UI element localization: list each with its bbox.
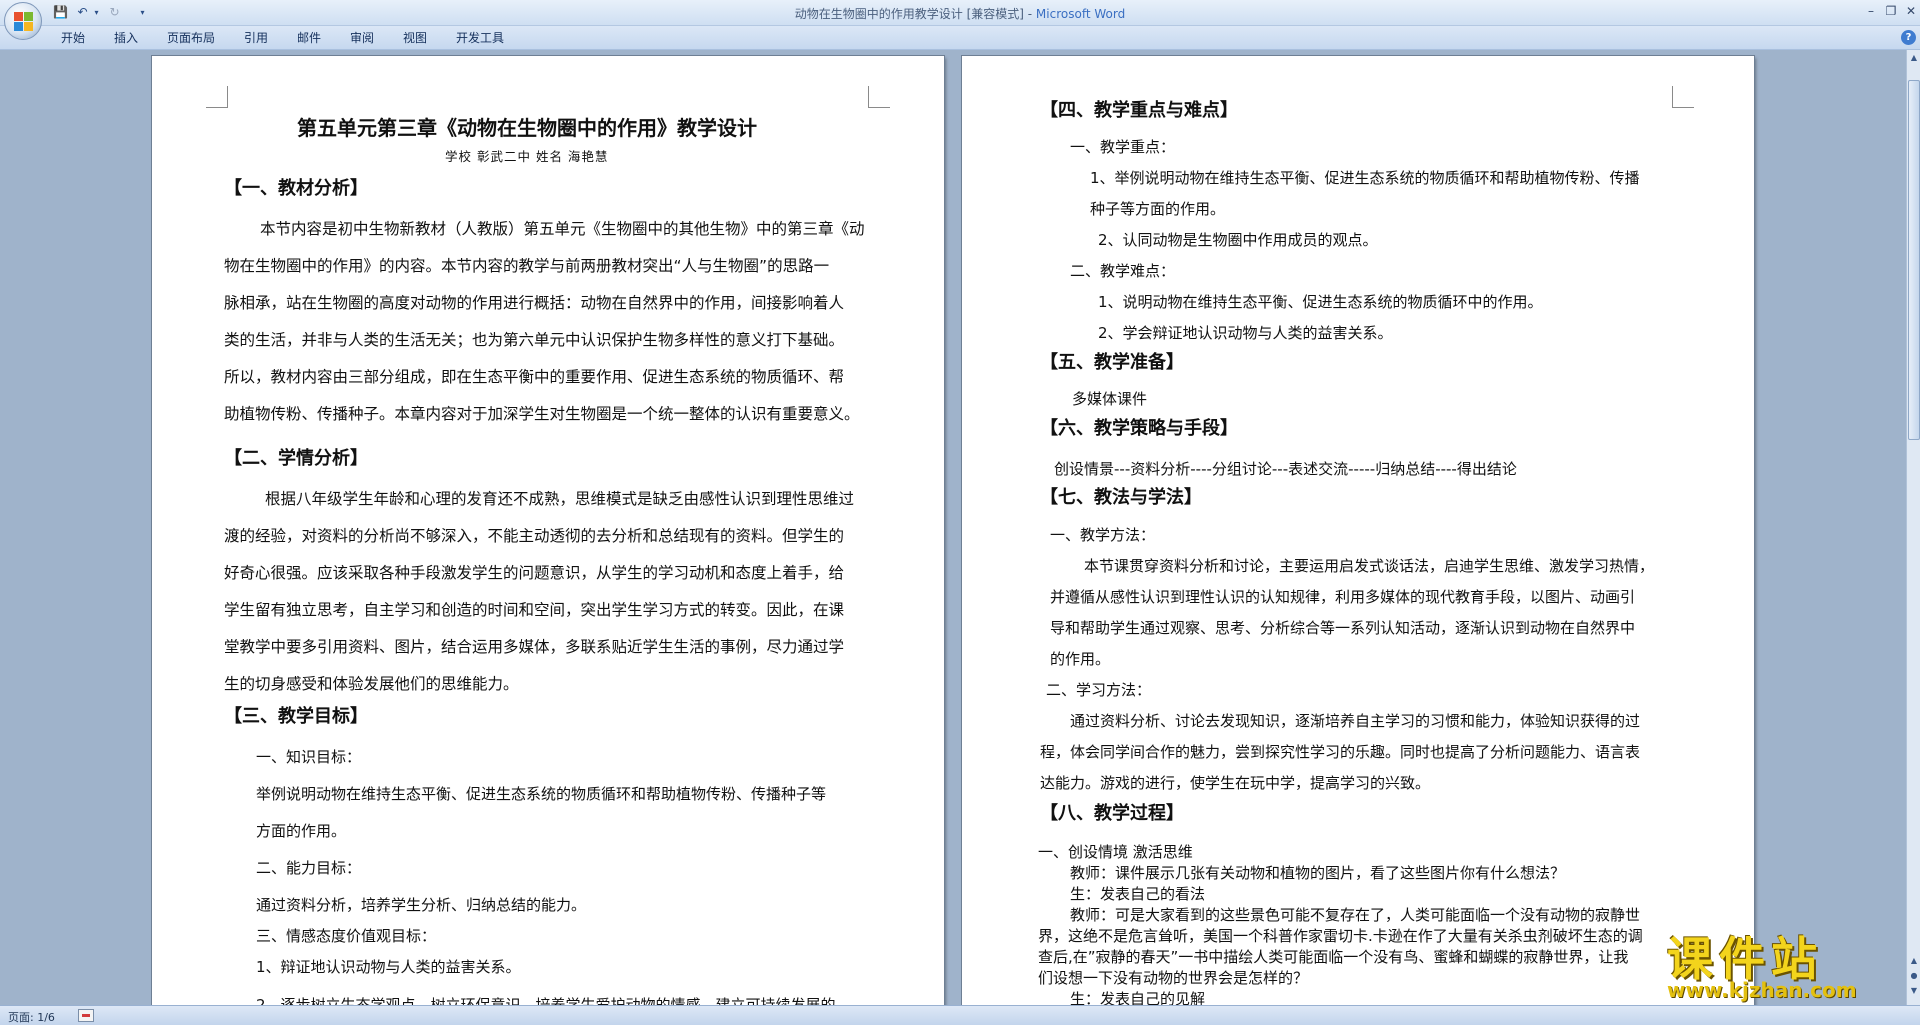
paragraph-line: 教师：课件展示几张有关动物和植物的图片，看了这些图片你有什么想法？ bbox=[1070, 864, 1566, 882]
ribbon-tab-strip: 开始 插入 页面布局 引用 邮件 审阅 视图 开发工具 ? bbox=[0, 26, 1920, 50]
paragraph-line: 生：发表自己的看法 bbox=[1070, 885, 1206, 903]
section-heading: 【八、教学过程】 bbox=[1040, 803, 1184, 824]
paragraph-line: 2、逐步树立生态学观点，树立环保意识，培养学生爱护动物的情感，建立可持续发展的 bbox=[256, 996, 836, 1005]
paragraph-line: 生的切身感受和体验发展他们的思维能力。 bbox=[224, 675, 519, 693]
paragraph-line: 1、辩证地认识动物与人类的益害关系。 bbox=[256, 958, 521, 976]
tab-review[interactable]: 审阅 bbox=[350, 30, 374, 46]
section-heading: 【七、教法与学法】 bbox=[1040, 487, 1202, 508]
paragraph-line: 助植物传粉、传播种子。本章内容对于加深学生对生物圈是一个统一整体的认识有重要意义… bbox=[224, 405, 860, 423]
document-workspace: 第五单元第三章《动物在生物圈中的作用》教学设计 学校 彰武二中 姓名 海艳慧 【… bbox=[0, 50, 1906, 1005]
tab-page-layout[interactable]: 页面布局 bbox=[167, 30, 215, 46]
tab-mailings[interactable]: 邮件 bbox=[297, 30, 321, 46]
paragraph-line: 二、能力目标： bbox=[256, 859, 362, 877]
paragraph-line: 2、认同动物是生物圈中作用成员的观点。 bbox=[1098, 231, 1378, 249]
paragraph-line: 类的生活，并非与人类的生活无关；也为第六单元中认识保护生物多样性的意义打下基础。 bbox=[224, 331, 845, 349]
paragraph-line: 所以，教材内容由三部分组成，即在生态平衡中的重要作用、促进生态系统的物质循环、帮 bbox=[224, 368, 845, 386]
crop-mark bbox=[206, 86, 228, 108]
paragraph-line: 达能力。游戏的进行，使学生在玩中学，提高学习的兴致。 bbox=[1040, 774, 1431, 792]
previous-page-icon[interactable]: ▲ bbox=[1908, 955, 1920, 967]
paragraph-line: 教师：可是大家看到的这些景色可能不复存在了，人类可能面临一个没有动物的寂静世 bbox=[1070, 906, 1641, 924]
title-bar: 💾 ↶ ▾ ↻ ▾ 动物在生物圈中的作用教学设计 [兼容模式] - Micros… bbox=[0, 0, 1920, 40]
paragraph-line: 2、学会辩证地认识动物与人类的益害关系。 bbox=[1098, 324, 1393, 342]
paragraph-line: 二、学习方法： bbox=[1046, 681, 1152, 699]
paragraph-line: 举例说明动物在维持生态平衡、促进生态系统的物质循环和帮助植物传粉、传播种子等 bbox=[256, 785, 827, 803]
tab-references[interactable]: 引用 bbox=[244, 30, 268, 46]
paragraph-line: 多媒体课件 bbox=[1072, 390, 1148, 408]
section-heading: 【一、教材分析】 bbox=[224, 178, 368, 199]
site-watermark: 课件站 www.kjzhan.com bbox=[1667, 923, 1907, 1005]
paragraph-line: 生：发表自己的见解 bbox=[1070, 990, 1206, 1005]
window-title-app: Microsoft Word bbox=[1035, 7, 1126, 21]
status-bar: 页面: 1/6 bbox=[0, 1005, 1920, 1025]
paragraph-line: 学生留有独立思考，自主学习和创造的时间和空间，突出学生学习方式的转变。因此，在课 bbox=[224, 601, 845, 619]
paragraph-line: 三、情感态度价值观目标： bbox=[256, 927, 437, 945]
help-icon[interactable]: ? bbox=[1901, 30, 1916, 45]
paragraph-line: 渡的经验，对资料的分析尚不够深入，不能主动透彻的去分析和总结现有的资料。但学生的 bbox=[224, 527, 845, 545]
paragraph-line: 脉相承，站在生物圈的高度对动物的作用进行概括：动物在自然界中的作用，间接影响着人 bbox=[224, 294, 845, 312]
vertical-scrollbar[interactable]: ▲ ▲ ● ▼ bbox=[1906, 50, 1920, 1005]
minimize-icon[interactable]: – bbox=[1860, 3, 1882, 19]
office-logo-icon bbox=[14, 12, 33, 31]
paragraph-line: 创设情景---资料分析----分组讨论---表述交流-----归纳总结----得… bbox=[1054, 460, 1517, 478]
paragraph-line: 根据八年级学生年龄和心理的发育还不成熟，思维模式是缺乏由感性认识到理性思维过 bbox=[265, 490, 855, 508]
watermark-url: www.kjzhan.com bbox=[1667, 978, 1857, 1002]
paragraph-line: 并遵循从感性认识到理性认识的认知规律，利用多媒体的现代教育手段，以图片、动画引 bbox=[1050, 588, 1636, 606]
proofing-icon[interactable] bbox=[78, 1009, 94, 1022]
crop-mark bbox=[1672, 86, 1694, 108]
close-icon[interactable]: ✕ bbox=[1900, 3, 1920, 19]
paragraph-line: 方面的作用。 bbox=[256, 822, 347, 840]
paragraph-line: 堂教学中要多引用资料、图片，结合运用多媒体，多联系贴近学生生活的事例，尽力通过学 bbox=[224, 638, 845, 656]
paragraph-line: 们设想一下没有动物的世界会是怎样的？ bbox=[1038, 969, 1309, 987]
window-title-doc: 动物在生物圈中的作用教学设计 [兼容模式] - bbox=[794, 7, 1036, 21]
paragraph-line: 通过资料分析、讨论去发现知识，逐渐培养自主学习的习惯和能力，体验知识获得的过 bbox=[1070, 712, 1641, 730]
section-heading: 【四、教学重点与难点】 bbox=[1040, 100, 1238, 121]
office-button[interactable] bbox=[4, 2, 42, 40]
paragraph-line: 一、教学重点： bbox=[1070, 138, 1176, 156]
document-page-2[interactable]: 【四、教学重点与难点】 一、教学重点： 1、举例说明动物在维持生态平衡、促进生态… bbox=[962, 56, 1754, 1005]
tab-developer[interactable]: 开发工具 bbox=[456, 30, 504, 46]
paragraph-line: 一、创设情境 激活思维 bbox=[1038, 843, 1193, 861]
tab-insert[interactable]: 插入 bbox=[114, 30, 138, 46]
scroll-up-icon[interactable]: ▲ bbox=[1908, 52, 1920, 64]
restore-icon[interactable]: ❐ bbox=[1880, 3, 1902, 19]
paragraph-line: 种子等方面的作用。 bbox=[1090, 200, 1226, 218]
document-page-1[interactable]: 第五单元第三章《动物在生物圈中的作用》教学设计 学校 彰武二中 姓名 海艳慧 【… bbox=[152, 56, 944, 1005]
paragraph-line: 1、举例说明动物在维持生态平衡、促进生态系统的物质循环和帮助植物传粉、传播 bbox=[1090, 169, 1640, 187]
paragraph-line: 本节课贯穿资料分析和讨论，主要运用启发式谈话法，启迪学生思维、激发学习热情， bbox=[1084, 557, 1655, 575]
crop-mark bbox=[868, 86, 890, 108]
page-count[interactable]: 页面: 1/6 bbox=[8, 1009, 55, 1025]
next-page-icon[interactable]: ▼ bbox=[1908, 985, 1920, 997]
paragraph-line: 一、教学方法： bbox=[1050, 526, 1156, 544]
section-heading: 【二、学情分析】 bbox=[224, 448, 368, 469]
paragraph-line: 导和帮助学生通过观察、思考、分析综合等一系列认知活动，逐渐认识到动物在自然界中 bbox=[1050, 619, 1636, 637]
paragraph-line: 通过资料分析，培养学生分析、归纳总结的能力。 bbox=[256, 896, 587, 914]
paragraph-line: 界，这绝不是危言耸听，美国一个科普作家雷切卡.卡逊在作了大量有关杀虫剂破坏生态的… bbox=[1038, 927, 1643, 945]
paragraph-line: 查后,在”寂静的春天”一书中描绘人类可能面临一个没有鸟、蜜蜂和蝴蝶的寂静世界，让… bbox=[1038, 948, 1629, 966]
document-title: 第五单元第三章《动物在生物圈中的作用》教学设计 bbox=[297, 116, 757, 140]
tab-home[interactable]: 开始 bbox=[61, 30, 85, 46]
paragraph-line: 二、教学难点： bbox=[1070, 262, 1176, 280]
section-heading: 【三、教学目标】 bbox=[224, 706, 368, 727]
paragraph-line: 程，体会同学间合作的魅力，尝到探究性学习的乐趣。同时也提高了分析问题能力、语言表 bbox=[1040, 743, 1641, 761]
paragraph-line: 一、知识目标： bbox=[256, 748, 362, 766]
paragraph-line: 物在生物圈中的作用》的内容。本节内容的教学与前两册教材突出“人与生物圈”的思路一 bbox=[224, 257, 830, 275]
tab-view[interactable]: 视图 bbox=[403, 30, 427, 46]
select-browse-object-icon[interactable]: ● bbox=[1908, 970, 1920, 982]
paragraph-line: 好奇心很强。应该采取各种手段激发学生的问题意识，从学生的学习动机和态度上着手，给 bbox=[224, 564, 845, 582]
section-heading: 【五、教学准备】 bbox=[1040, 352, 1184, 373]
paragraph-line: 1、说明动物在维持生态平衡、促进生态系统的物质循环中的作用。 bbox=[1098, 293, 1543, 311]
window-title: 动物在生物圈中的作用教学设计 [兼容模式] - Microsoft Word bbox=[0, 5, 1920, 22]
paragraph-line: 的作用。 bbox=[1050, 650, 1111, 668]
paragraph-line: 本节内容是初中生物新教材（人教版）第五单元《生物圈中的其他生物》中的第三章《动 bbox=[260, 220, 865, 238]
scroll-thumb[interactable] bbox=[1908, 80, 1920, 440]
document-subtitle: 学校 彰武二中 姓名 海艳慧 bbox=[445, 149, 609, 164]
section-heading: 【六、教学策略与手段】 bbox=[1040, 418, 1238, 439]
